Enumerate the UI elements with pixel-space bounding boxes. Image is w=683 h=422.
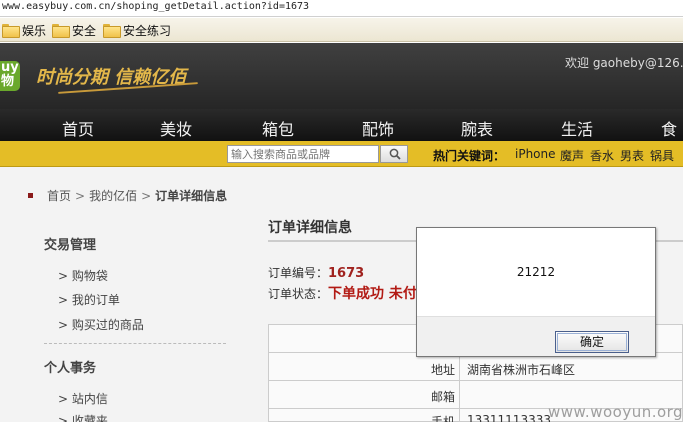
alert-footer: 确定 [417,316,655,356]
nav-item-life[interactable]: 生活 [561,116,593,140]
hot-keyword[interactable]: 男表 [620,147,644,164]
nav-item-watches[interactable]: 腕表 [461,116,493,140]
alert-dialog: 21212 确定 [416,227,656,357]
order-number-row: 订单编号：1673 [268,264,364,281]
breadcrumb-bullet-icon [28,193,33,198]
order-status-value: 下单成功 未付 [328,286,417,302]
search-button[interactable] [380,145,408,163]
nav-item-bags[interactable]: 箱包 [262,116,294,140]
bookmarks-bar: 娱乐 安全 安全练习 [0,18,683,42]
welcome-text: 欢迎 gaoheby@126.c [565,56,683,70]
sidebar-item-purchased[interactable]: > 购买过的商品 [58,316,144,333]
site-logo[interactable]: uy 物 [0,61,20,91]
table-value-phone: 13311113333 [467,413,551,422]
ok-button[interactable]: 确定 [555,331,629,353]
sidebar-item-cart[interactable]: > 购物袋 [58,267,108,284]
folder-icon [103,24,121,38]
address-bar[interactable]: www.easybuy.com.cn/shoping_getDetail.act… [0,0,683,17]
bookmark-folder-security-practice[interactable]: 安全练习 [103,22,171,38]
order-number-value: 1673 [328,266,365,281]
breadcrumb-separator: > [141,188,152,203]
nav-item-food[interactable]: 食 [661,116,677,140]
site-header: uy 物 时尚分期 信赖亿佰 欢迎 gaoheby@126.c [0,43,683,109]
hot-keywords-label: 热门关键词： [433,149,506,163]
order-status-row: 订单状态：下单成功 未付 [268,283,417,303]
table-label-email: 邮箱 [430,390,455,404]
bookmark-label: 娱乐 [22,23,47,38]
breadcrumb: 首页 > 我的亿佰 > 订单详细信息 [28,187,227,204]
folder-icon [52,24,70,38]
alert-message: 21212 [516,265,556,279]
bookmark-label: 安全练习 [123,23,172,38]
table-row-divider [269,380,683,381]
order-number-label: 订单编号： [268,266,329,280]
table-label-address: 地址 [430,363,455,377]
hot-keyword[interactable]: iPhone [515,147,556,161]
search-bar: 热门关键词： iPhone 魔声 香水 男表 锅具 [0,141,683,167]
bookmark-folder-entertainment[interactable]: 娱乐 [2,22,46,38]
sidebar-item-favorites[interactable]: > 收藏夹 [58,412,108,422]
breadcrumb-item-current: 订单详细信息 [155,189,228,203]
breadcrumb-separator: > [75,188,86,203]
page-title: 订单详细信息 [268,220,352,236]
nav-item-accessories[interactable]: 配饰 [362,116,394,140]
hot-keyword[interactable]: 魔声 [560,147,584,164]
folder-icon [2,24,20,38]
search-input[interactable] [227,145,379,163]
sidebar-divider [44,343,226,344]
search-icon [389,148,401,160]
bookmark-folder-security[interactable]: 安全 [52,22,96,38]
address-url[interactable]: www.easybuy.com.cn/shoping_getDetail.act… [2,1,309,12]
table-label-phone: 手机 [430,415,455,422]
hot-keyword[interactable]: 香水 [590,147,614,164]
breadcrumb-item-my-account[interactable]: 我的亿佰 [89,187,137,204]
order-status-label: 订单状态： [268,287,329,301]
sidebar-item-my-orders[interactable]: > 我的订单 [58,291,120,308]
sidebar-title-trade: 交易管理 [44,238,97,253]
watermark: www.wooyun.org [548,403,683,421]
main-nav: 首页 美妆 箱包 配饰 腕表 生活 食 [0,109,683,141]
table-value-address: 湖南省株洲市石峰区 [467,363,576,377]
breadcrumb-item-home[interactable]: 首页 [47,187,71,204]
sidebar-item-messages[interactable]: > 站内信 [58,390,108,407]
nav-item-home[interactable]: 首页 [62,116,94,140]
bookmark-label: 安全 [72,23,97,38]
sidebar-title-personal: 个人事务 [44,361,97,376]
nav-item-beauty[interactable]: 美妆 [160,116,192,140]
hot-keyword[interactable]: 锅具 [650,147,674,164]
